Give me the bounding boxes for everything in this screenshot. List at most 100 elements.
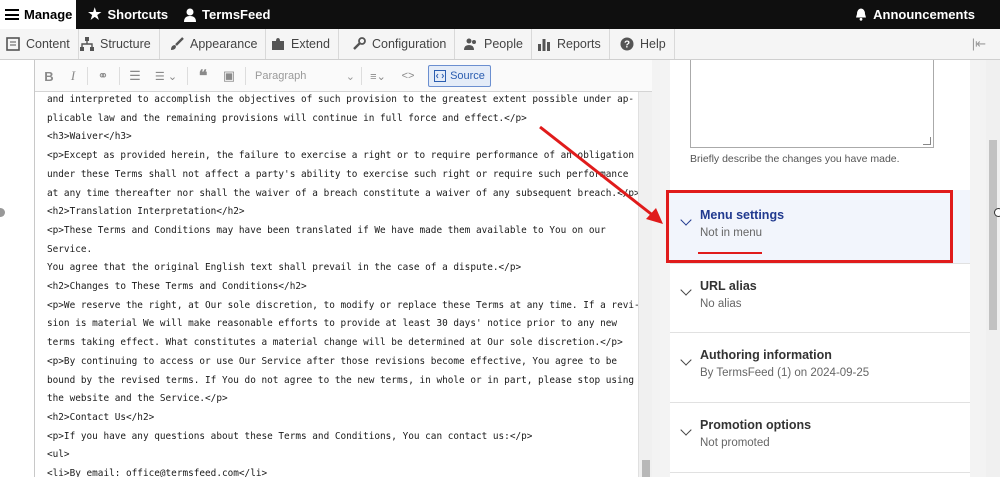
code-line: <h3>Waiver</h3> [47, 131, 132, 143]
code-line: sion is material We will make reasonable… [47, 318, 618, 330]
sidebar-scrollbar[interactable] [986, 60, 1000, 477]
menu-item-people[interactable]: People [458, 29, 532, 59]
chevron-down-icon: ⌄ [345, 70, 355, 83]
hamburger-icon [5, 9, 19, 20]
section-title: Authoring information [700, 348, 832, 362]
structure-icon [80, 37, 94, 51]
code-icon[interactable]: <> [399, 66, 417, 86]
section-title: URL alias [700, 279, 757, 293]
extend-puzzle-icon [272, 38, 284, 50]
people-icon [464, 38, 476, 50]
bulleted-list-icon[interactable]: ☰ [125, 66, 145, 86]
configuration-wrench-icon [353, 37, 366, 50]
menu-label: People [484, 37, 523, 51]
chevron-down-icon [680, 424, 692, 436]
menu-item-extend[interactable]: Extend [265, 29, 339, 59]
ckeditor: B I ⚭ ☰ ☰ ⌄ ❝ ▣ Paragraph ⌄ ≡⌄ <> Source… [34, 60, 653, 477]
insert-image-icon[interactable]: ▣ [219, 66, 239, 86]
code-line: <h2>Contact Us</h2> [47, 411, 155, 423]
code-line: at any time thereafter nor shall the wai… [47, 187, 639, 199]
scroll-marker-right [994, 208, 1000, 217]
blockquote-icon[interactable]: ❝ [193, 66, 213, 86]
code-line: You agree that the original English text… [47, 262, 522, 274]
appearance-brush-icon [171, 37, 184, 50]
admin-menu-bar: Content Structure Appearance Extend Conf… [0, 29, 1000, 60]
announcements-tab[interactable]: Announcements [855, 0, 975, 29]
accordion-url-alias[interactable]: URL alias No alias [670, 264, 970, 333]
code-line: <ul> [47, 449, 70, 461]
resize-grip-icon[interactable] [923, 137, 931, 145]
content-icon [6, 37, 20, 51]
chevron-down-icon [680, 354, 692, 366]
link-icon[interactable]: ⚭ [93, 66, 113, 86]
bell-icon [856, 8, 867, 21]
shortcuts-tab[interactable]: ★ Shortcuts [88, 0, 168, 29]
paragraph-format-select[interactable]: Paragraph ⌄ [255, 66, 355, 86]
menu-label: Appearance [190, 37, 258, 51]
editor-toolbar: B I ⚭ ☰ ☰ ⌄ ❝ ▣ Paragraph ⌄ ≡⌄ <> Source [35, 60, 653, 92]
manage-tab[interactable]: Manage [0, 0, 76, 29]
section-summary: Not promoted [700, 437, 770, 449]
code-line: the website and the Service.</p> [47, 393, 228, 405]
menu-item-structure[interactable]: Structure [74, 29, 160, 59]
menu-label: Structure [100, 37, 151, 51]
user-icon [184, 8, 196, 22]
manage-label: Manage [24, 7, 73, 22]
user-tab[interactable]: TermsFeed [184, 0, 270, 29]
section-summary: By TermsFeed (1) on 2024-09-25 [700, 367, 870, 379]
left-gutter [0, 60, 34, 477]
source-label: Source [450, 70, 485, 82]
menu-label: Reports [557, 37, 601, 51]
code-line: <p>If you have any questions about these… [47, 430, 533, 442]
help-icon: ? [620, 37, 634, 51]
code-line: <p>We reserve the right, at Our sole dis… [47, 299, 639, 311]
node-sidebar: Briefly describe the changes you have ma… [652, 60, 1000, 477]
text-align-icon[interactable]: ≡⌄ [365, 66, 391, 86]
bold-icon[interactable]: B [41, 66, 57, 86]
source-icon [434, 70, 447, 82]
code-line: under these Terms shall not affect a par… [47, 168, 629, 180]
announcements-label: Announcements [873, 7, 975, 22]
code-line: <h2>Changes to These Terms and Condition… [47, 281, 307, 292]
code-line: <p>These Terms and Conditions may have b… [47, 224, 606, 236]
code-line: plicable law and the remaining provision… [47, 112, 527, 124]
collapse-toolbar-icon[interactable]: |⇤ [972, 29, 986, 59]
menu-item-configuration[interactable]: Configuration [346, 29, 456, 59]
chevron-down-icon [680, 284, 692, 296]
svg-text:?: ? [624, 40, 630, 51]
menu-item-help[interactable]: ? Help [614, 29, 675, 59]
menu-label: Extend [291, 37, 330, 51]
star-icon: ★ [88, 6, 102, 23]
annotation-underline [698, 252, 762, 254]
sidebar-scrollbar-thumb[interactable] [989, 140, 997, 330]
menu-item-appearance[interactable]: Appearance [164, 29, 267, 59]
menu-label: Configuration [372, 37, 447, 51]
menu-label: Content [26, 37, 70, 51]
user-label: TermsFeed [202, 7, 271, 22]
menu-item-reports[interactable]: Reports [531, 29, 610, 59]
code-line: and interpreted to accomplish the object… [47, 94, 634, 105]
code-line: Service. [47, 243, 93, 255]
numbered-list-icon[interactable]: ☰ ⌄ [151, 66, 181, 86]
menu-item-content[interactable]: Content [0, 29, 79, 59]
italic-icon[interactable]: I [65, 66, 81, 86]
revision-log-textarea[interactable] [690, 60, 934, 148]
top-toolbar: Manage ★ Shortcuts TermsFeed Announcemen… [0, 0, 1000, 29]
code-line: <li>By email: office@termsfeed.com</li> [47, 468, 268, 477]
revision-hint: Briefly describe the changes you have ma… [690, 153, 900, 165]
editor-scrollbar[interactable] [638, 92, 653, 477]
reports-bar-icon [538, 39, 550, 51]
menu-label: Help [640, 37, 666, 51]
accordion-promotion-options[interactable]: Promotion options Not promoted [670, 403, 970, 473]
source-button[interactable]: Source [428, 65, 491, 87]
section-summary: No alias [700, 298, 742, 310]
code-line: terms taking effect. What constitutes a … [47, 337, 623, 349]
accordion-authoring-information[interactable]: Authoring information By TermsFeed (1) o… [670, 333, 970, 403]
code-line: <p>By continuing to access or use Our Se… [47, 355, 618, 367]
sidebar-panel: Briefly describe the changes you have ma… [670, 60, 970, 477]
code-line: bound by the revised terms. If You do no… [47, 374, 634, 386]
source-code-area[interactable]: and interpreted to accomplish the object… [35, 92, 639, 477]
code-line: <h2>Translation Interpretation</h2> [47, 206, 245, 218]
editor-scrollbar-thumb[interactable] [642, 460, 650, 477]
paragraph-format-label: Paragraph [255, 70, 307, 82]
